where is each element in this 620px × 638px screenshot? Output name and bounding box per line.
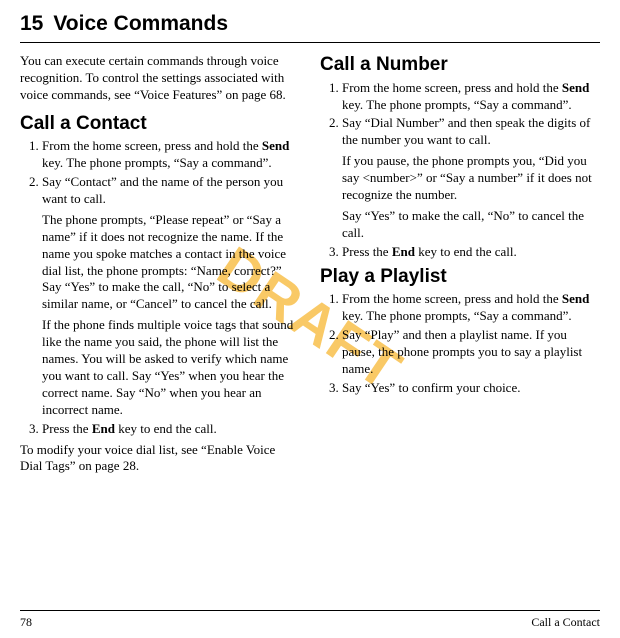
step-text: key. The phone prompts, “Say a command”. xyxy=(342,308,572,323)
step-text: key to end the call. xyxy=(115,421,217,436)
left-column: You can execute certain commands through… xyxy=(20,53,300,610)
list-item: From the home screen, press and hold the… xyxy=(42,138,300,172)
step-text: Say “Contact” and the name of the person… xyxy=(42,174,283,206)
list-item: Press the End key to end the call. xyxy=(342,244,600,261)
section-call-contact-heading: Call a Contact xyxy=(20,112,300,137)
step-subparagraph: Say “Yes” to make the call, “No” to canc… xyxy=(342,208,600,242)
page-number: 78 xyxy=(20,615,32,630)
step-text: key. The phone prompts, “Say a command”. xyxy=(342,97,572,112)
send-key-label: Send xyxy=(562,80,589,95)
step-text: From the home screen, press and hold the xyxy=(42,138,262,153)
step-subparagraph: If you pause, the phone prompts you, “Di… xyxy=(342,153,600,204)
list-item: Press the End key to end the call. xyxy=(42,421,300,438)
list-item: From the home screen, press and hold the… xyxy=(342,291,600,325)
end-key-label: End xyxy=(92,421,115,436)
step-text: From the home screen, press and hold the xyxy=(342,80,562,95)
call-number-steps: From the home screen, press and hold the… xyxy=(320,80,600,261)
step-text: Say “Yes” to confirm your choice. xyxy=(342,380,520,395)
step-subparagraph: The phone prompts, “Please repeat” or “S… xyxy=(42,212,300,313)
section-call-number-heading: Call a Number xyxy=(320,53,600,78)
end-key-label: End xyxy=(392,244,415,259)
step-text: Say “Dial Number” and then speak the dig… xyxy=(342,115,590,147)
send-key-label: Send xyxy=(562,291,589,306)
step-text: From the home screen, press and hold the xyxy=(342,291,562,306)
page-content: 15 Voice Commands You can execute certain… xyxy=(0,0,620,638)
after-paragraph: To modify your voice dial list, see “Ena… xyxy=(20,442,300,476)
chapter-title: Voice Commands xyxy=(53,12,228,35)
right-column: Call a Number From the home screen, pres… xyxy=(320,53,600,610)
footer-section-ref: Call a Contact xyxy=(531,615,600,630)
list-item: From the home screen, press and hold the… xyxy=(342,80,600,114)
list-item: Say “Contact” and the name of the person… xyxy=(42,174,300,418)
step-text: Press the xyxy=(342,244,392,259)
two-column-layout: You can execute certain commands through… xyxy=(20,53,600,610)
play-playlist-steps: From the home screen, press and hold the… xyxy=(320,291,600,396)
list-item: Say “Play” and then a playlist name. If … xyxy=(342,327,600,378)
page-footer: 78 Call a Contact xyxy=(20,610,600,638)
step-text: Say “Play” and then a playlist name. If … xyxy=(342,327,582,376)
send-key-label: Send xyxy=(262,138,289,153)
step-subparagraph: If the phone finds multiple voice tags t… xyxy=(42,317,300,418)
chapter-number: 15 xyxy=(20,12,43,36)
call-contact-steps: From the home screen, press and hold the… xyxy=(20,138,300,437)
list-item: Say “Yes” to confirm your choice. xyxy=(342,380,600,397)
chapter-heading: 15 Voice Commands xyxy=(20,12,600,43)
step-text: key. The phone prompts, “Say a command”. xyxy=(42,155,272,170)
step-text: Press the xyxy=(42,421,92,436)
intro-paragraph: You can execute certain commands through… xyxy=(20,53,300,104)
list-item: Say “Dial Number” and then speak the dig… xyxy=(342,115,600,241)
step-text: key to end the call. xyxy=(415,244,517,259)
section-play-playlist-heading: Play a Playlist xyxy=(320,265,600,290)
